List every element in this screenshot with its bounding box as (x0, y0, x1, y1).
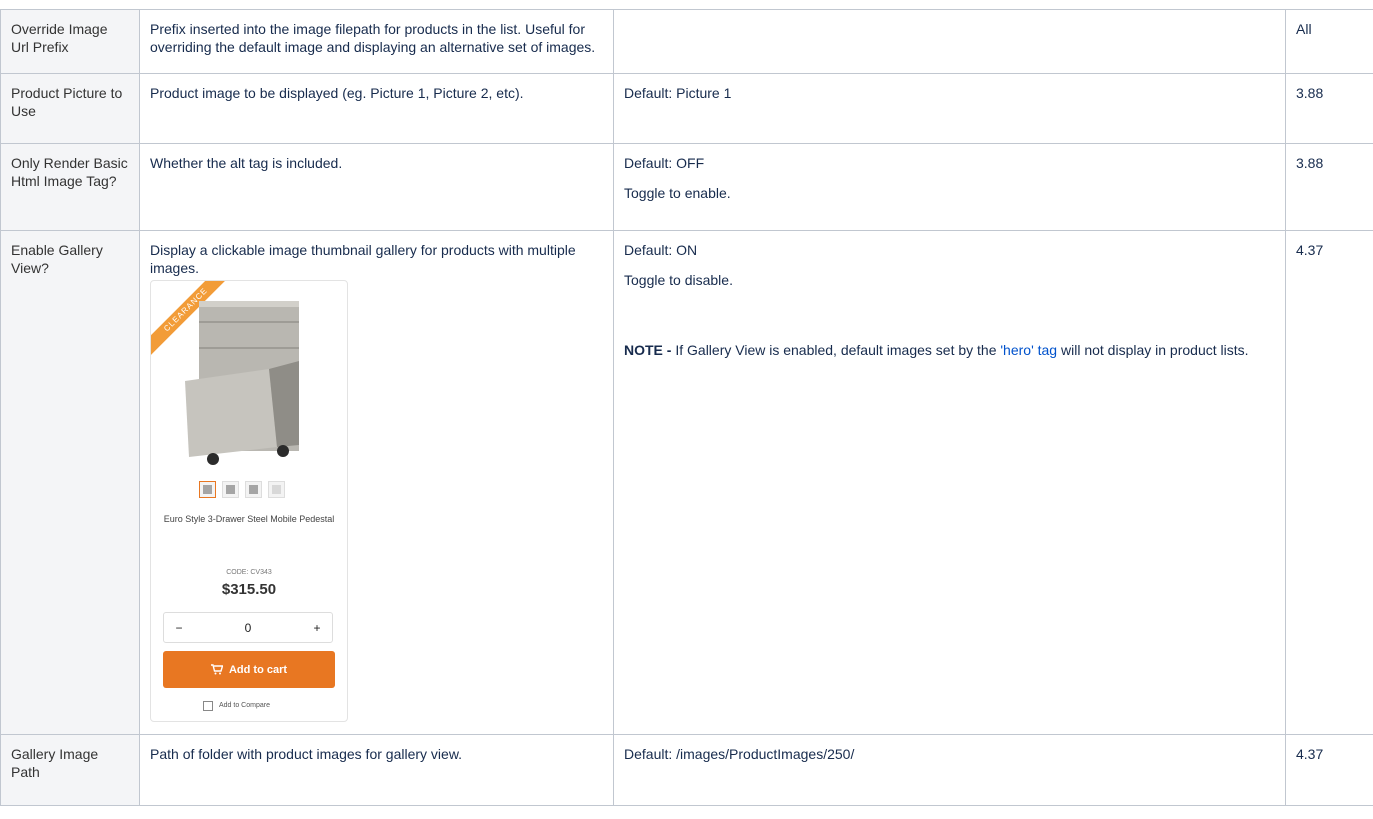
value-hint: Toggle to enable. (624, 185, 731, 201)
row-version: 3.88 (1285, 143, 1373, 231)
value-default: Default: OFF (624, 155, 705, 171)
row-value: Default: /images/ProductImages/250/ (613, 734, 1286, 806)
qty-plus-button[interactable]: + (302, 619, 332, 637)
value-note: NOTE - If Gallery View is enabled, defau… (624, 341, 1275, 359)
thumbnail[interactable] (245, 481, 262, 498)
value-default: Default: ON (624, 242, 698, 258)
product-name[interactable]: Euro Style 3-Drawer Steel Mobile Pedesta… (161, 514, 337, 525)
qty-minus-button[interactable]: − (164, 619, 194, 637)
row-name: Override Image Url Prefix (0, 9, 140, 74)
compare-label: Add to Compare (219, 702, 270, 709)
row-name: Product Picture to Use (0, 73, 140, 144)
row-name: Gallery Image Path (0, 734, 140, 806)
row-version: 3.88 (1285, 73, 1373, 144)
table-row: Only Render Basic Html Image Tag? Whethe… (0, 143, 1373, 231)
row-description: Path of folder with product images for g… (139, 734, 614, 806)
qty-input[interactable]: 0 (233, 619, 263, 637)
row-version: All (1285, 9, 1373, 74)
quantity-stepper: − 0 + (163, 612, 333, 643)
row-description-cell: Display a clickable image thumbnail gall… (139, 230, 614, 735)
row-name: Only Render Basic Html Image Tag? (0, 143, 140, 231)
add-to-cart-button[interactable]: Add to cart (163, 651, 335, 688)
row-version: 4.37 (1285, 734, 1373, 806)
thumbnail[interactable] (199, 481, 216, 498)
note-text-pre: If Gallery View is enabled, default imag… (671, 342, 1001, 358)
table-row: Enable Gallery View? Display a clickable… (0, 230, 1373, 735)
add-to-cart-label: Add to cart (228, 663, 288, 676)
note-text-post: will not display in product lists. (1057, 342, 1249, 358)
row-name: Enable Gallery View? (0, 230, 140, 735)
row-description: Whether the alt tag is included. (139, 143, 614, 231)
table-row: Gallery Image Path Path of folder with p… (0, 734, 1373, 806)
hero-tag-link[interactable]: 'hero' tag (1000, 342, 1057, 358)
product-price: $315.50 (221, 581, 277, 598)
row-value: Default: OFF Toggle to enable. (613, 143, 1286, 231)
row-version: 4.37 (1285, 230, 1373, 735)
row-description: Prefix inserted into the image filepath … (139, 9, 614, 74)
cart-icon (210, 664, 223, 675)
note-label: NOTE - (624, 342, 672, 358)
row-value (613, 9, 1286, 74)
thumbnail[interactable] (268, 481, 285, 498)
row-value: Default: ON Toggle to disable. NOTE - If… (613, 230, 1286, 735)
thumbnail-gallery (199, 481, 285, 498)
row-description: Display a clickable image thumbnail gall… (150, 242, 576, 276)
table-row: Product Picture to Use Product image to … (0, 73, 1373, 144)
product-code: CODE: CV343 (226, 569, 272, 576)
table-row: Override Image Url Prefix Prefix inserte… (0, 9, 1373, 74)
thumbnail[interactable] (222, 481, 239, 498)
row-value: Default: Picture 1 (613, 73, 1286, 144)
config-table: Override Image Url Prefix Prefix inserte… (0, 9, 1373, 806)
add-to-compare[interactable]: Add to Compare (203, 697, 270, 715)
product-image (185, 301, 299, 465)
value-hint: Toggle to disable. (624, 272, 733, 288)
compare-checkbox[interactable] (203, 701, 213, 711)
product-card: CLEARANCE Euro Style 3-Drawer Steel Mobi… (150, 280, 348, 722)
row-description: Product image to be displayed (eg. Pictu… (139, 73, 614, 144)
